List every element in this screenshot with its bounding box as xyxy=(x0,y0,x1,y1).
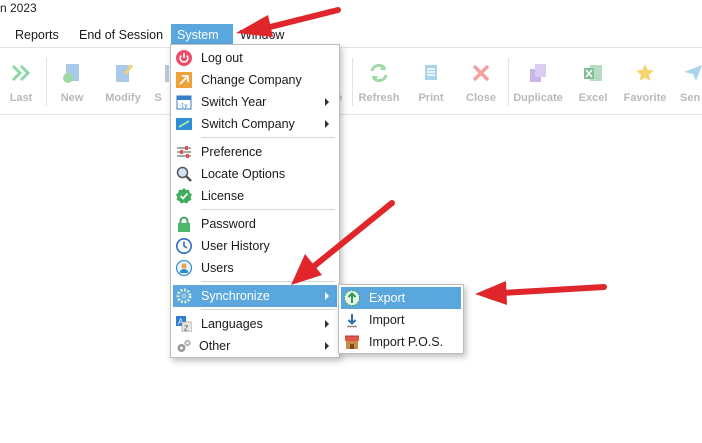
menu-item-locate-options[interactable]: Locate Options xyxy=(173,163,337,185)
check-badge-icon xyxy=(176,188,192,204)
print-button[interactable]: Print xyxy=(403,56,459,106)
partial-icon xyxy=(165,65,169,82)
submenu-arrow-icon xyxy=(325,120,329,128)
submenu-arrow-icon xyxy=(325,292,329,300)
menu-item-languages[interactable]: AZ Languages xyxy=(173,313,337,335)
menu-separator xyxy=(201,281,335,282)
star-icon xyxy=(636,64,654,81)
synchronize-submenu: Export Import Import P.O.S. xyxy=(338,284,464,354)
svg-text:-1y: -1y xyxy=(179,104,187,110)
menu-reports[interactable]: Reports xyxy=(9,24,65,46)
close-button[interactable]: Close xyxy=(453,56,509,106)
menu-end-of-session[interactable]: End of Session xyxy=(73,24,169,46)
menu-item-users[interactable]: Users xyxy=(173,257,337,279)
refresh-button[interactable]: Refresh xyxy=(351,56,407,106)
arrow-up-right-icon xyxy=(176,72,192,88)
user-icon xyxy=(176,260,192,276)
duplicate-icon xyxy=(530,64,546,82)
save-button-partial[interactable]: S xyxy=(143,56,173,106)
close-icon xyxy=(472,64,490,82)
new-document-icon xyxy=(63,64,79,83)
export-upload-icon xyxy=(344,290,360,306)
menu-separator xyxy=(201,309,335,310)
power-icon xyxy=(176,50,192,66)
annotation-arrow-export xyxy=(475,281,607,305)
submenu-item-import-pos[interactable]: Import P.O.S. xyxy=(341,331,461,353)
submenu-arrow-icon xyxy=(325,98,329,106)
double-chevron-right-icon xyxy=(11,64,31,82)
menu-item-other[interactable]: Other xyxy=(173,335,337,357)
edit-document-icon xyxy=(116,64,134,82)
import-download-icon xyxy=(347,314,357,328)
excel-icon xyxy=(584,65,602,81)
refresh-icon xyxy=(370,63,388,83)
menu-item-preference[interactable]: Preference xyxy=(173,141,337,163)
menu-item-user-history[interactable]: User History xyxy=(173,235,337,257)
send-button-partial[interactable]: Sen xyxy=(674,56,702,106)
switch-company-icon xyxy=(176,118,192,130)
menu-item-switch-year[interactable]: -1y Switch Year xyxy=(173,91,337,113)
sliders-icon xyxy=(177,146,191,158)
menu-system[interactable]: System xyxy=(171,24,233,46)
window-title: n 2023 xyxy=(0,1,37,15)
print-icon xyxy=(425,65,437,80)
gears-icon xyxy=(177,339,191,352)
toolbar-separator xyxy=(508,58,509,106)
magnifier-icon xyxy=(176,166,192,182)
menu-bar: Reports End of Session System Window xyxy=(0,24,702,46)
excel-button[interactable]: Excel xyxy=(565,56,621,106)
last-button[interactable]: Last xyxy=(0,56,49,106)
store-icon xyxy=(345,335,359,349)
lock-icon xyxy=(178,216,190,232)
toolbar: Last New Modify S e Refresh Print Close … xyxy=(0,47,702,115)
menu-item-change-company[interactable]: Change Company xyxy=(173,69,337,91)
calendar-icon: -1y xyxy=(176,95,192,110)
clock-icon xyxy=(176,238,192,254)
language-icon: AZ xyxy=(176,316,192,332)
menu-item-log-out[interactable]: Log out xyxy=(173,47,337,69)
submenu-item-export[interactable]: Export xyxy=(341,287,461,309)
menu-separator xyxy=(201,209,335,210)
menu-item-password[interactable]: Password xyxy=(173,213,337,235)
submenu-arrow-icon xyxy=(325,342,329,350)
menu-item-synchronize[interactable]: Synchronize xyxy=(173,285,337,307)
menu-window[interactable]: Window xyxy=(234,24,290,46)
send-icon xyxy=(684,65,702,81)
favorite-button[interactable]: Favorite xyxy=(617,56,673,106)
sync-gear-icon xyxy=(176,288,192,304)
duplicate-button[interactable]: Duplicate xyxy=(510,56,566,106)
new-button[interactable]: New xyxy=(44,56,100,106)
svg-text:Z: Z xyxy=(184,326,189,333)
system-dropdown: Log out Change Company -1y Switch Year S… xyxy=(170,44,340,358)
menu-item-license[interactable]: License xyxy=(173,185,337,207)
menu-separator xyxy=(201,137,335,138)
submenu-item-import[interactable]: Import xyxy=(341,309,461,331)
menu-item-switch-company[interactable]: Switch Company xyxy=(173,113,337,135)
submenu-arrow-icon xyxy=(325,320,329,328)
